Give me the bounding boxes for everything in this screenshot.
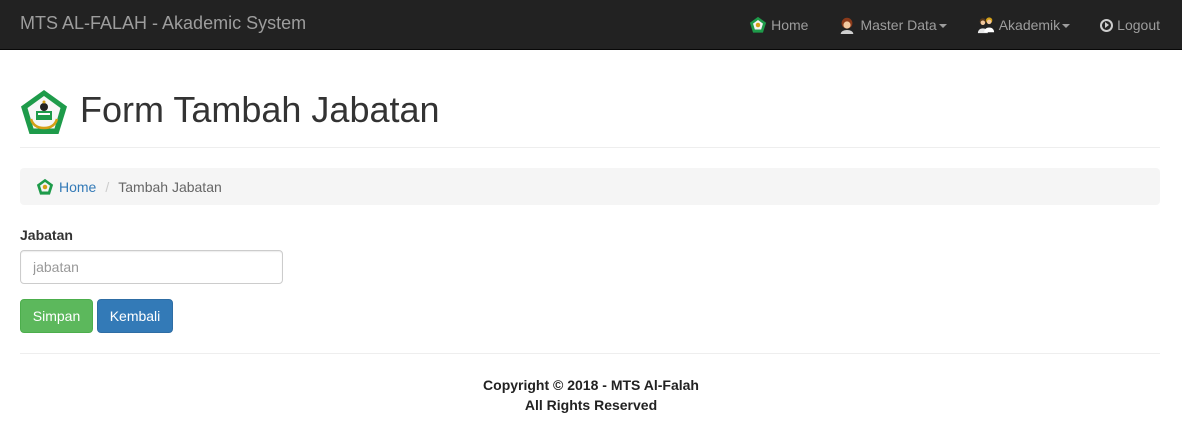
nav-item-akademik[interactable]: Akademik xyxy=(962,0,1085,50)
nav-item-akademik-label: Akademik xyxy=(998,17,1061,33)
pentagon-logo-icon xyxy=(749,16,767,33)
breadcrumb-separator: / xyxy=(105,178,110,195)
school-emblem-icon xyxy=(21,90,67,134)
breadcrumb-home-label: Home xyxy=(59,178,97,195)
breadcrumb-current: Tambah Jabatan xyxy=(118,178,222,195)
nav-item-logout-label: Logout xyxy=(1117,17,1160,33)
footer-rights: All Rights Reserved xyxy=(524,397,658,413)
navbar-brand[interactable]: MTS AL-FALAH - Akademic System xyxy=(20,13,306,33)
top-navbar: MTS AL-FALAH - Akademic System Home Mast… xyxy=(0,0,1182,50)
chevron-down-icon xyxy=(1062,23,1071,28)
nav-item-master-data-label: Master Data xyxy=(860,17,937,33)
nav-item-home[interactable]: Home xyxy=(734,0,823,50)
nav-item-logout[interactable]: Logout xyxy=(1085,0,1182,50)
page-header: Form Tambah Jabatan xyxy=(20,86,1160,148)
page-title: Form Tambah Jabatan xyxy=(80,89,440,130)
footer-divider xyxy=(20,353,1160,354)
save-button[interactable]: Simpan xyxy=(20,299,93,333)
nav-item-home-label: Home xyxy=(771,17,809,33)
jabatan-input[interactable] xyxy=(20,250,283,284)
breadcrumb: Home / Tambah Jabatan xyxy=(20,168,1160,205)
footer-copyright: Copyright © 2018 - MTS Al-Falah xyxy=(483,377,699,393)
chevron-down-icon xyxy=(938,23,947,28)
navbar-menu: Home Master Data Akademik Logout xyxy=(734,0,1182,50)
nav-item-master-data[interactable]: Master Data xyxy=(823,0,961,50)
logout-icon xyxy=(1100,18,1114,32)
jabatan-label: Jabatan xyxy=(20,227,73,243)
page-footer: Copyright © 2018 - MTS Al-Falah All Righ… xyxy=(0,375,1182,415)
back-button[interactable]: Kembali xyxy=(97,299,173,333)
pentagon-logo-icon xyxy=(36,178,54,195)
breadcrumb-home-link[interactable]: Home xyxy=(36,178,96,196)
user-avatar-icon xyxy=(841,17,854,34)
students-icon xyxy=(977,17,994,34)
